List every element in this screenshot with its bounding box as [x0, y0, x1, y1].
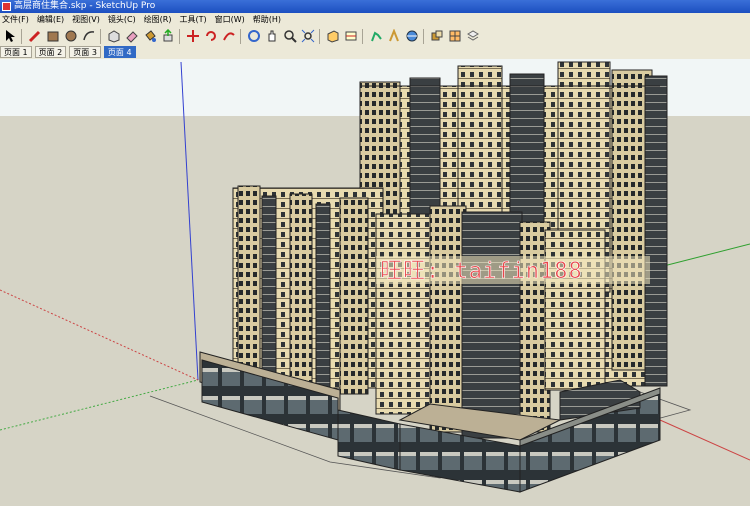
scene-tabs: 页面 1 页面 2 页面 3 页面 4: [0, 46, 750, 58]
rotate-icon[interactable]: [203, 28, 219, 44]
materials-icon[interactable]: [447, 28, 463, 44]
eraser-icon[interactable]: [124, 28, 140, 44]
tab-page-2[interactable]: 页面 2: [34, 46, 67, 58]
components-icon[interactable]: [429, 28, 445, 44]
toolbar: [0, 26, 750, 47]
menu-file[interactable]: 文件(F): [0, 13, 35, 26]
model-viewport[interactable]: 旺旺: taifin188: [0, 59, 750, 506]
menu-edit[interactable]: 编辑(E): [35, 13, 70, 26]
walk-icon[interactable]: [368, 28, 384, 44]
orbit-icon[interactable]: [246, 28, 262, 44]
menu-camera[interactable]: 镜头(C): [106, 13, 142, 26]
menu-window[interactable]: 窗口(W): [213, 13, 251, 26]
toolbar-separator: [179, 28, 180, 44]
toolbar-separator: [21, 28, 22, 44]
zoom-extents-icon[interactable]: [300, 28, 316, 44]
pan-icon[interactable]: [264, 28, 280, 44]
look-around-icon[interactable]: [386, 28, 402, 44]
globe-icon[interactable]: [404, 28, 420, 44]
menu-draw[interactable]: 绘图(R): [142, 13, 178, 26]
section-icon[interactable]: [343, 28, 359, 44]
follow-me-icon[interactable]: [221, 28, 237, 44]
viewport-canvas[interactable]: 旺旺: taifin188: [0, 59, 750, 506]
layers-icon[interactable]: [465, 28, 481, 44]
pencil-icon[interactable]: [27, 28, 43, 44]
circle-icon[interactable]: [63, 28, 79, 44]
toolbar-separator: [423, 28, 424, 44]
title-bar: 高层商住集合.skp - SketchUp Pro: [0, 0, 750, 13]
tab-page-3[interactable]: 页面 3: [69, 46, 101, 58]
zoom-icon[interactable]: [282, 28, 298, 44]
menu-bar: 文件(F) 编辑(E) 视图(V) 镜头(C) 绘图(R) 工具(T) 窗口(W…: [0, 13, 750, 26]
toolbar-separator: [319, 28, 320, 44]
make-component-icon[interactable]: [106, 28, 122, 44]
tab-page-4[interactable]: 页面 4: [103, 46, 136, 58]
watermark-text: 旺旺: taifin188: [380, 259, 583, 284]
rectangle-icon[interactable]: [45, 28, 61, 44]
menu-view[interactable]: 视图(V): [70, 13, 106, 26]
left-slab: [232, 185, 384, 395]
sketchup-app-icon: [2, 2, 11, 11]
select-arrow-icon[interactable]: [2, 28, 18, 44]
push-pull-icon[interactable]: [160, 28, 176, 44]
arc-icon[interactable]: [81, 28, 97, 44]
toolbar-separator: [100, 28, 101, 44]
move-icon[interactable]: [185, 28, 201, 44]
toolbar-separator: [362, 28, 363, 44]
paint-bucket-icon[interactable]: [142, 28, 158, 44]
top-view-icon[interactable]: [325, 28, 341, 44]
tab-page-1[interactable]: 页面 1: [0, 46, 32, 58]
window-title: 高层商住集合.skp - SketchUp Pro: [14, 1, 156, 11]
menu-tools[interactable]: 工具(T): [178, 13, 213, 26]
menu-help[interactable]: 帮助(H): [251, 13, 287, 26]
toolbar-separator: [240, 28, 241, 44]
